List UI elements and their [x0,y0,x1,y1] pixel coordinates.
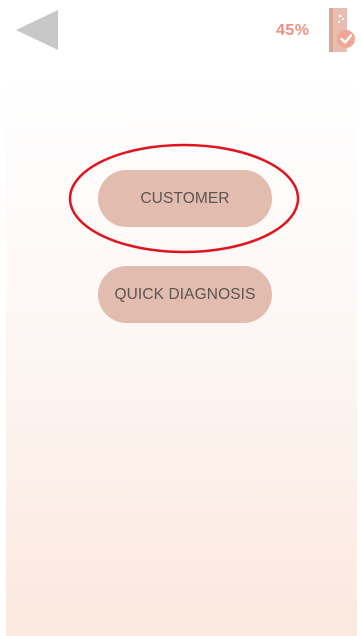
customer-button[interactable]: CUSTOMER [98,170,272,227]
quick-diagnosis-button[interactable]: QUICK DIAGNOSIS [98,266,272,323]
product-checkmark-icon [329,8,355,52]
product-status-button[interactable] [327,6,357,54]
app-screen: 45% CUSTOMER QUICK DIAGNOSIS [0,0,361,636]
back-button[interactable] [14,10,60,50]
right-edge-strip [357,0,361,636]
back-triangle-icon [16,10,58,50]
progress-percentage: 45% [276,22,310,39]
left-edge-strip [0,0,6,636]
